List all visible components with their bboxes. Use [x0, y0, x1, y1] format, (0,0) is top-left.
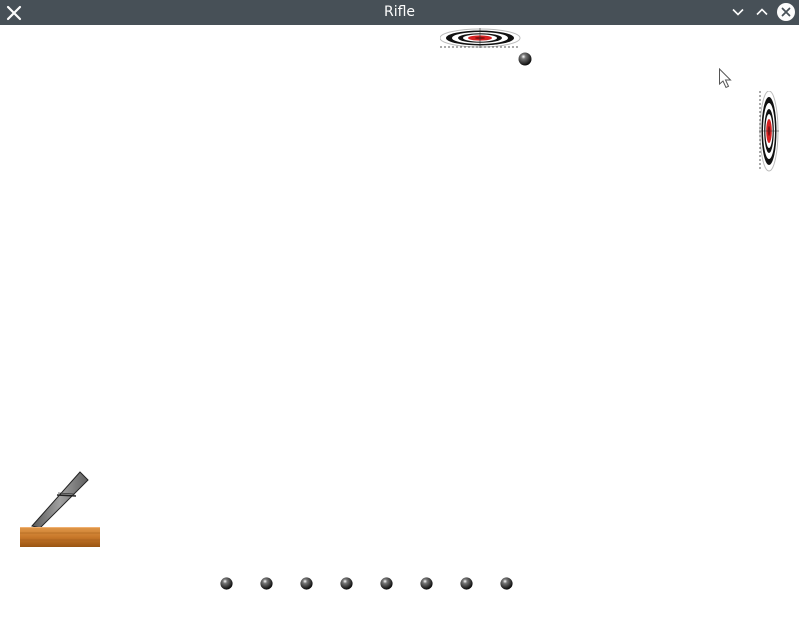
- rifle-barrel: [31, 471, 89, 529]
- ammo-ball: [460, 577, 473, 590]
- ammo-ball: [260, 577, 273, 590]
- chevron-up-icon[interactable]: [752, 2, 772, 22]
- ammo-counter: [219, 576, 519, 592]
- ammo-ball: [300, 577, 313, 590]
- target-top: [440, 28, 521, 48]
- mouse-pointer-icon: [719, 68, 732, 89]
- window-title: Rifle: [383, 4, 416, 20]
- flying-ball: [518, 52, 532, 66]
- ammo-ball: [500, 577, 513, 590]
- ammo-ball: [380, 577, 393, 590]
- ammo-ball: [340, 577, 353, 590]
- wooden-base: [20, 527, 100, 547]
- chevron-down-icon[interactable]: [728, 2, 748, 22]
- game-canvas[interactable]: [0, 25, 799, 621]
- ammo-ball: [220, 577, 233, 590]
- close-circle-icon[interactable]: [776, 2, 796, 22]
- rifle[interactable]: [20, 470, 102, 548]
- ammo-ball: [420, 577, 433, 590]
- target-right: [759, 91, 779, 172]
- game-window: Rifle: [0, 0, 799, 621]
- title-bar[interactable]: Rifle: [0, 0, 799, 25]
